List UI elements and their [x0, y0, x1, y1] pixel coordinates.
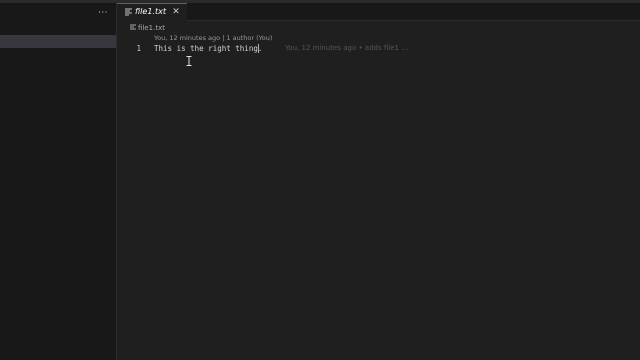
line-text[interactable]: This is the right thing.: [154, 43, 262, 54]
text-cursor-icon: [186, 56, 192, 66]
editor-line[interactable]: 1 This is the right thing. You, 12 minut…: [117, 43, 640, 54]
sidebar: ···: [0, 3, 117, 360]
line-number: 1: [136, 44, 141, 53]
text-caret: [258, 44, 259, 53]
vscode-window: ··· file1.txt ✕ file1.txt You, 12 minute…: [0, 0, 640, 360]
breadcrumb-file[interactable]: file1.txt: [138, 23, 165, 33]
blame-codelens[interactable]: You, 12 minutes ago | 1 author (You): [154, 34, 272, 43]
tab-file1[interactable]: file1.txt ✕: [117, 3, 187, 21]
file-lines-icon: [125, 8, 132, 16]
sidebar-selected-item[interactable]: [0, 35, 116, 48]
sidebar-more-actions-button[interactable]: ···: [96, 7, 110, 19]
inline-blame-annotation: You, 12 minutes ago • adds file1 …: [285, 44, 409, 52]
tab-bar: file1.txt ✕: [117, 3, 640, 21]
file-lines-icon: [130, 24, 136, 30]
tab-close-icon[interactable]: ✕: [171, 7, 181, 17]
tab-label: file1.txt: [135, 7, 166, 16]
